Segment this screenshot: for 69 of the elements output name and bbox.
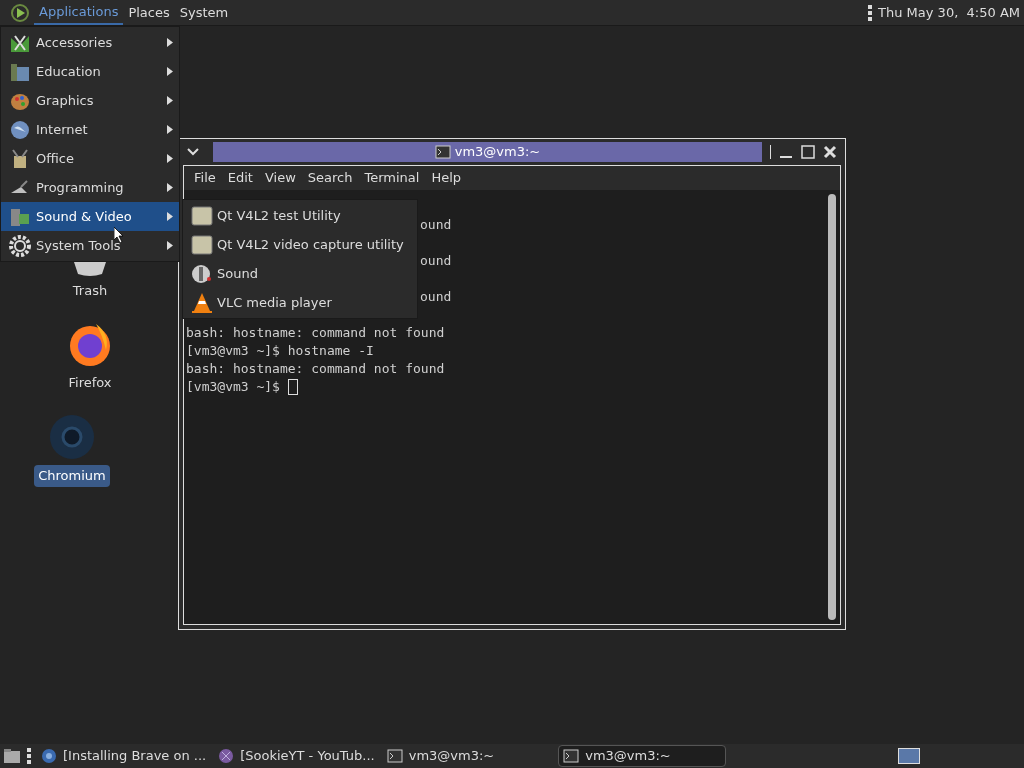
desktop-icon-label[interactable]: Trash <box>68 280 112 302</box>
arrow-right-icon <box>167 96 173 105</box>
workspace-switcher[interactable] <box>898 748 920 764</box>
panel-menu[interactable]: Places <box>123 0 175 25</box>
menu-item[interactable]: Sound <box>183 259 417 288</box>
desktop-icon-label[interactable]: Firefox <box>64 371 116 393</box>
menu-item[interactable]: Education <box>1 57 179 86</box>
panel-menu[interactable]: System <box>174 0 234 25</box>
menu-item[interactable]: Qt V4L2 video capture utility <box>183 230 417 259</box>
menu-item[interactable]: File <box>188 168 222 188</box>
terminal-icon <box>434 145 451 159</box>
vertical-dots-icon <box>868 4 873 21</box>
menu-item[interactable]: Office <box>1 144 179 173</box>
vertical-dots-icon <box>27 748 31 764</box>
terminal-line: ound <box>420 289 452 304</box>
traffic-cone-icon <box>191 291 213 314</box>
scrollbar[interactable] <box>828 194 836 620</box>
menu-item[interactable]: System Tools <box>1 231 179 260</box>
clock[interactable]: Thu May 30, 4:50 AM <box>878 2 1020 23</box>
window-icon <box>191 205 213 226</box>
taskbar-button[interactable]: [SookieYT - YouTub... <box>214 745 379 767</box>
arrow-right-icon <box>167 241 173 250</box>
arrow-right-icon <box>167 125 173 134</box>
menu-item[interactable]: Help <box>425 168 468 188</box>
menu-item[interactable]: VLC media player <box>183 288 417 317</box>
window-icon <box>191 234 213 255</box>
terminal-icon <box>386 749 403 763</box>
arrow-right-icon <box>167 183 173 192</box>
close-icon[interactable] <box>823 145 837 159</box>
cup-icon <box>9 147 31 170</box>
arrow-right-icon <box>167 154 173 163</box>
terminal-line: ound <box>420 217 452 232</box>
cursor <box>287 379 298 395</box>
menu-item[interactable]: Qt V4L2 test Utility <box>183 201 417 230</box>
menu-item[interactable]: Accessories <box>1 28 179 57</box>
desktop-icon-label[interactable]: Chromium <box>34 465 110 487</box>
menu-item[interactable]: Internet <box>1 115 179 144</box>
terminal-prompt: [vm3@vm3 ~]$ <box>186 378 281 396</box>
logo-icon <box>10 2 30 23</box>
browser-icon <box>218 748 235 764</box>
menu-item[interactable]: Edit <box>221 168 259 188</box>
menu-item[interactable]: Programming <box>1 173 179 202</box>
window-title: vm3@vm3:~ <box>454 143 541 162</box>
menu-item[interactable]: Terminal <box>358 168 426 188</box>
gear-icon <box>9 234 31 257</box>
terminal-icon <box>563 749 580 763</box>
menu-item[interactable]: Sound & Video <box>1 202 179 231</box>
arrow-right-icon <box>167 38 173 47</box>
terminal-line: bash: hostname: command not found <box>186 361 445 376</box>
browser-icon <box>48 413 96 461</box>
globe-icon <box>41 748 57 764</box>
globe-icon <box>9 118 31 141</box>
arrow-right-icon <box>167 212 173 221</box>
speaker-icon <box>191 262 213 285</box>
terminal-line: ound <box>420 253 452 268</box>
menu-item[interactable]: Graphics <box>1 86 179 115</box>
taskbar-button[interactable]: [Installing Brave on ... <box>37 745 211 767</box>
arrow-right-icon <box>167 67 173 76</box>
menu-item[interactable]: Search <box>301 168 359 188</box>
trash-icon <box>72 262 108 276</box>
chevron-down-icon[interactable] <box>187 148 199 156</box>
menu-item[interactable]: View <box>258 168 302 188</box>
terminal-line: bash: hostname: command not found <box>186 325 445 340</box>
title-bar[interactable]: vm3@vm3:~ <box>213 142 762 162</box>
terminal-line: [vm3@vm3 ~]$ hostname -I <box>186 343 374 358</box>
folder-icon[interactable] <box>3 748 21 764</box>
maximize-icon[interactable] <box>801 145 815 159</box>
taskbar-button[interactable]: vm3@vm3:~ <box>558 745 727 767</box>
taskbar-button[interactable]: vm3@vm3:~ <box>382 745 499 767</box>
